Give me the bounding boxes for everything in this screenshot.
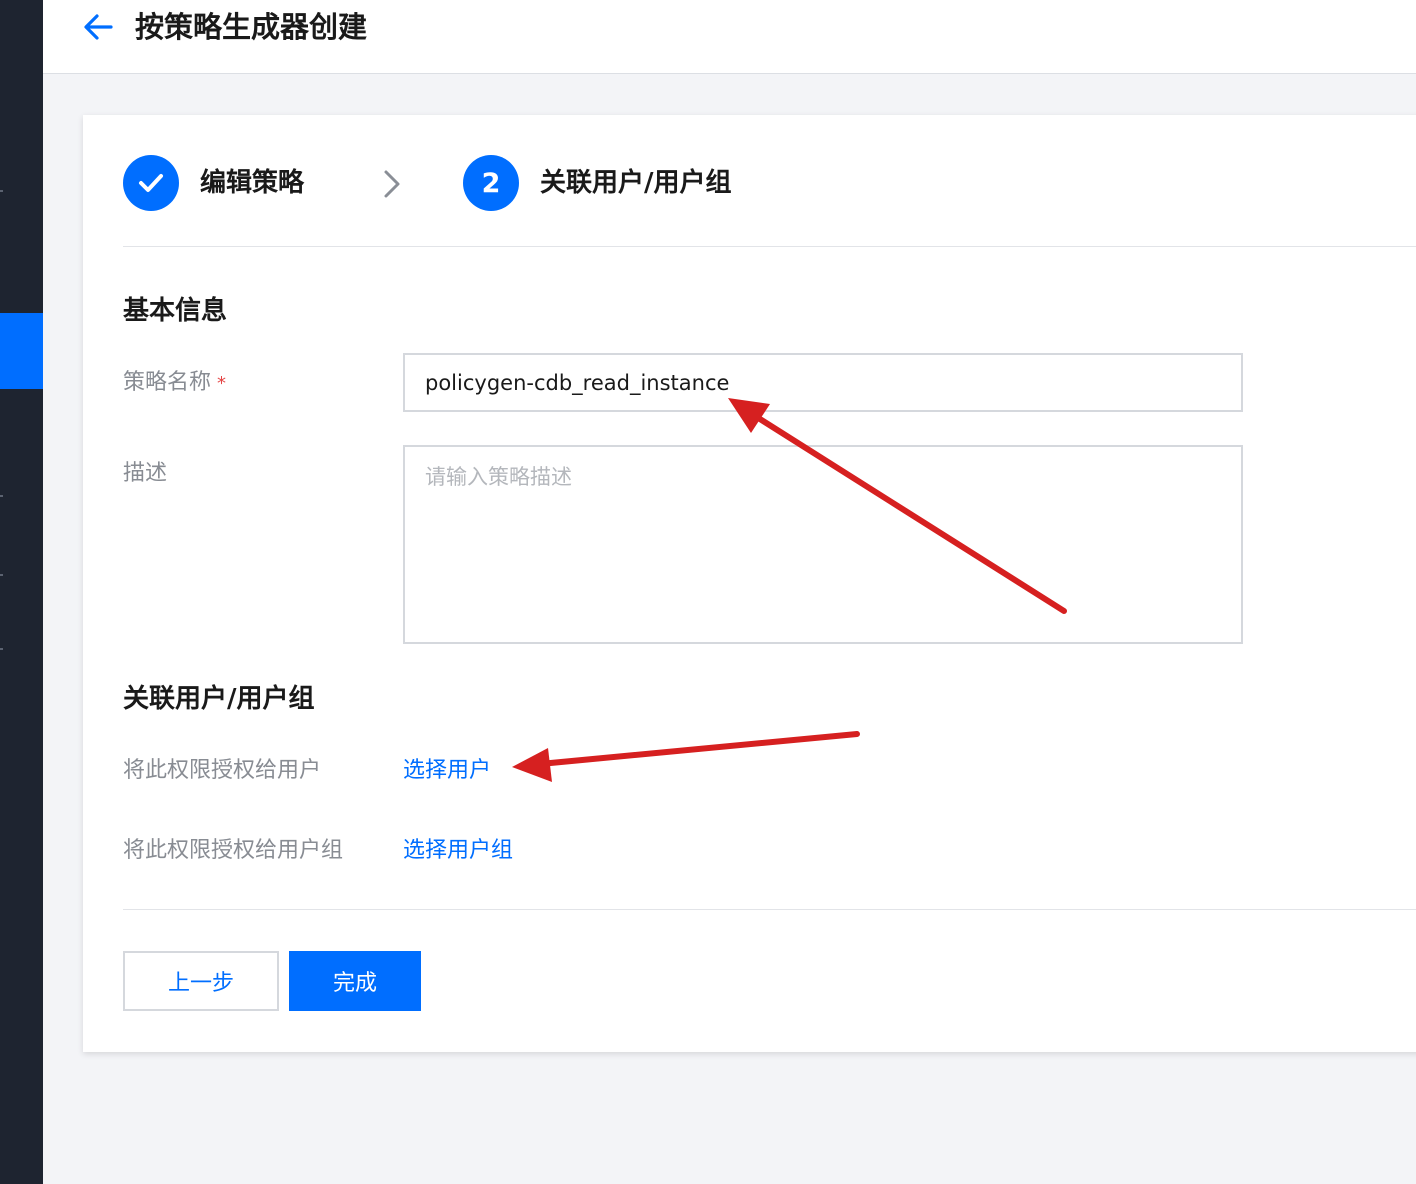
sidebar-tick (0, 190, 3, 192)
arrow-left-icon[interactable] (81, 10, 115, 44)
grant-group-label: 将此权限授权给用户组 (123, 838, 344, 863)
required-mark: * (217, 373, 227, 394)
select-user-link[interactable]: 选择用户 (403, 755, 491, 787)
sidebar (0, 0, 43, 1184)
section-title-association: 关联用户/用户组 (123, 684, 315, 714)
sidebar-tick (0, 648, 3, 650)
form-card: 编辑策略 2 关联用户/用户组 基本信息 策略名称* 描述 关联用户/用户组 将… (83, 115, 1416, 1052)
chevron-right-icon (384, 170, 400, 198)
select-group-link[interactable]: 选择用户组 (403, 835, 513, 867)
sidebar-tick (0, 574, 3, 576)
prev-step-button[interactable]: 上一步 (123, 951, 279, 1011)
grant-user-label: 将此权限授权给用户 (123, 758, 322, 783)
description-textarea[interactable] (403, 445, 1243, 644)
step-2-label: 关联用户/用户组 (540, 168, 732, 198)
divider (123, 246, 1416, 247)
policy-name-label: 策略名称 * (123, 367, 226, 400)
policy-name-label-text: 策略名称 (123, 370, 212, 395)
check-icon (139, 174, 163, 192)
page-header: 按策略生成器创建 (43, 0, 1416, 74)
step-1-circle (123, 155, 179, 211)
description-label: 描述 (123, 461, 168, 486)
step-1-label: 编辑策略 (200, 168, 305, 198)
steps-indicator: 编辑策略 2 关联用户/用户组 (123, 155, 1416, 215)
policy-name-input[interactable] (403, 353, 1243, 412)
finish-button[interactable]: 完成 (289, 951, 421, 1011)
sidebar-tick (0, 495, 3, 497)
divider (123, 909, 1416, 910)
sidebar-item-active[interactable] (0, 313, 43, 389)
step-2-circle: 2 (463, 155, 519, 211)
section-title-basic-info: 基本信息 (123, 296, 228, 326)
page-title: 按策略生成器创建 (135, 10, 368, 44)
